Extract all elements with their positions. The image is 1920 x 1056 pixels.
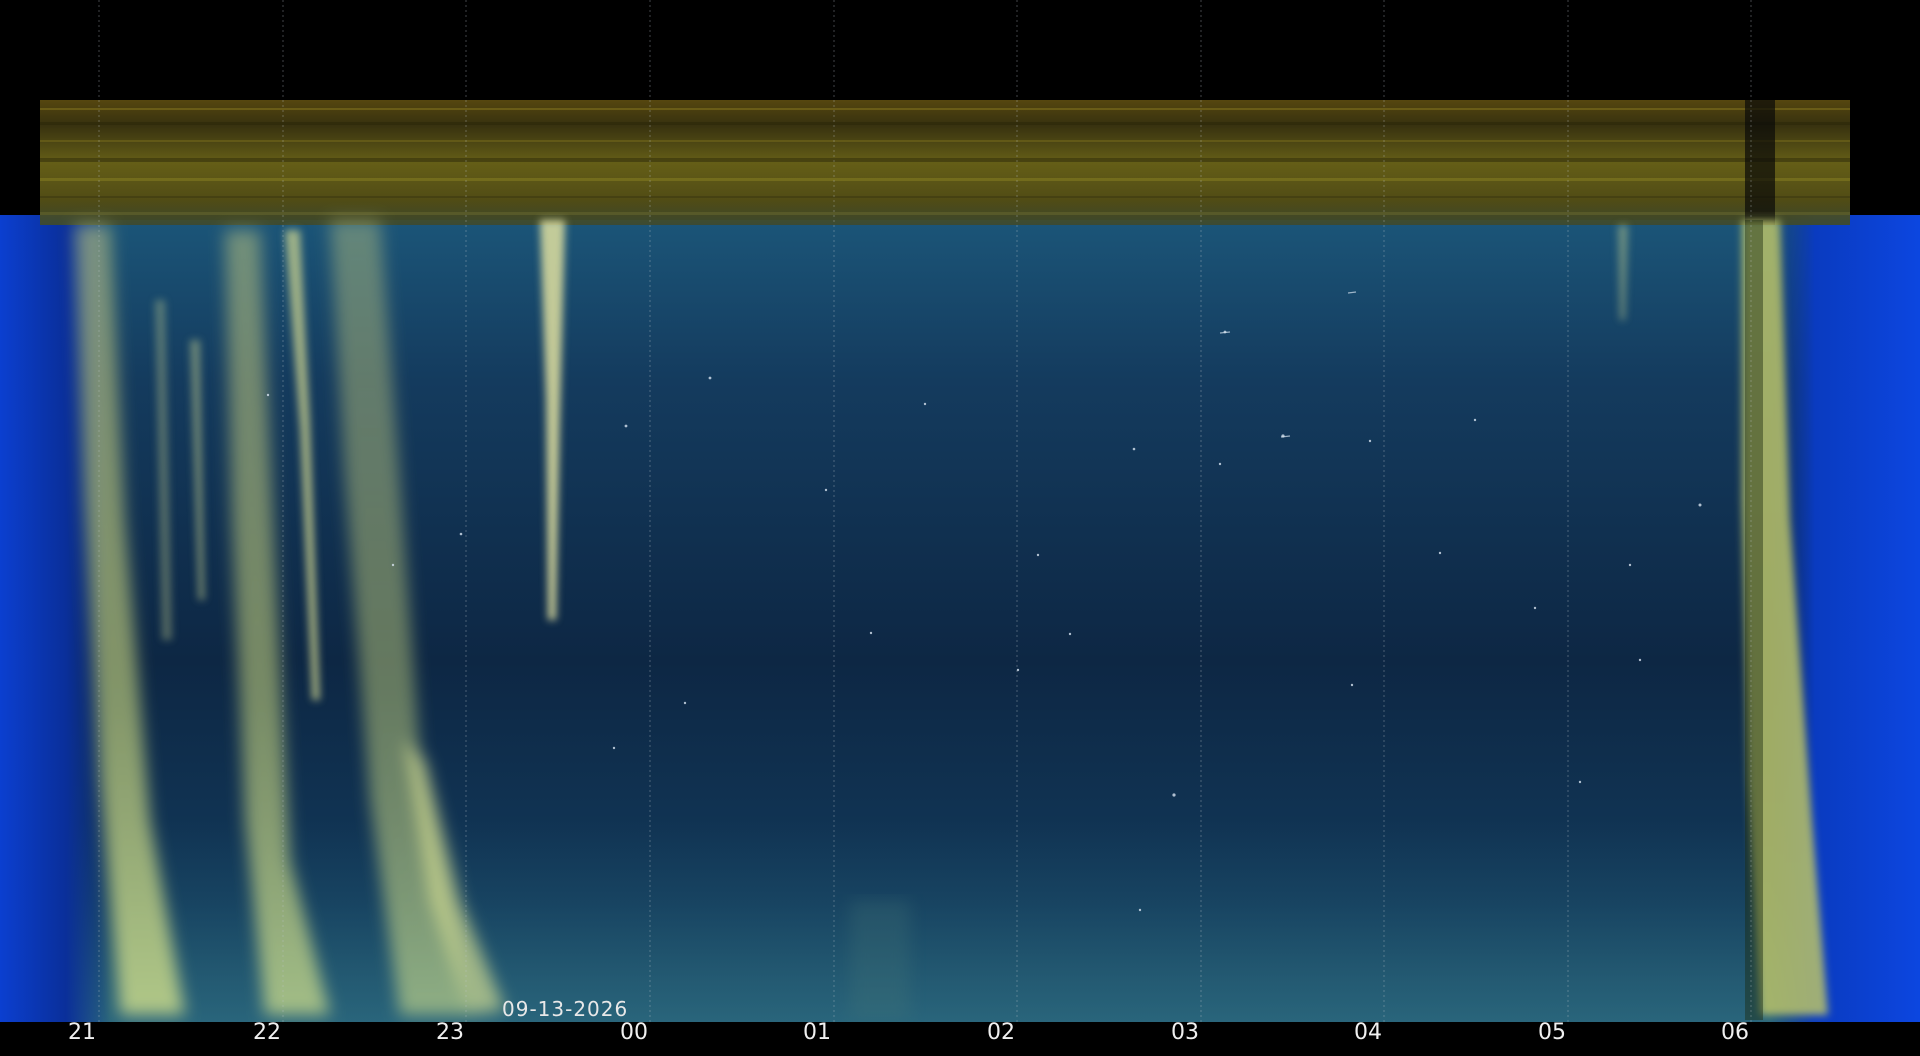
hour-label-05: 05 [1538, 1020, 1566, 1045]
hour-label-03: 03 [1171, 1020, 1199, 1045]
date-label: 09-13-2026 [502, 997, 629, 1021]
hour-label-01: 01 [803, 1020, 831, 1045]
hour-label-02: 02 [987, 1020, 1015, 1045]
hour-label-04: 04 [1354, 1020, 1382, 1045]
hour-label-22: 22 [253, 1020, 281, 1045]
hour-label-23: 23 [436, 1020, 464, 1045]
hour-label-00: 00 [620, 1020, 648, 1045]
keogram-image [0, 0, 1920, 1056]
hour-label-21: 21 [68, 1020, 96, 1045]
hour-label-06: 06 [1721, 1020, 1749, 1045]
